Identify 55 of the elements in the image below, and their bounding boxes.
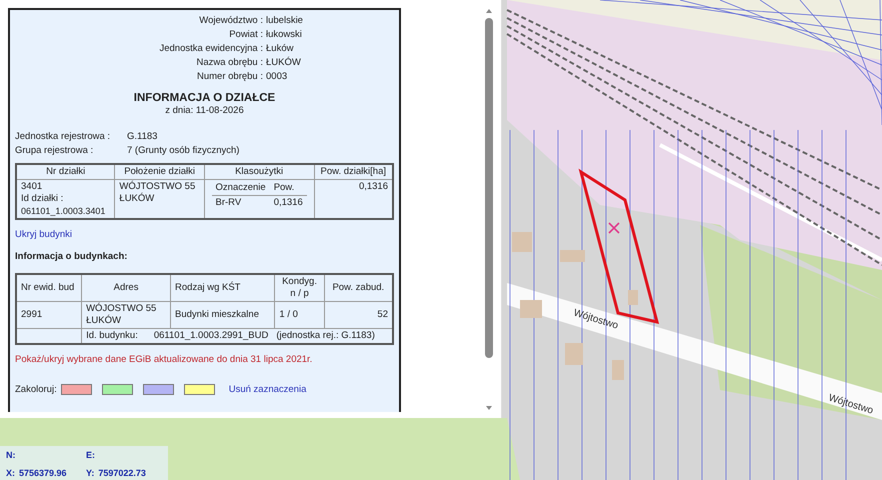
field-label: Powiat : [228, 28, 263, 42]
field-value: 0003 [266, 70, 288, 84]
table-cell: Budynki mieszkalne [170, 301, 275, 328]
column-header: Położenie działki [114, 164, 204, 180]
field-value: (jednostka rej.: G.1183) [276, 330, 375, 340]
field-value: Łuków [266, 42, 294, 56]
coordinate-value: 5756379.96 [19, 468, 67, 478]
field-label: Jednostka rejestrowa : [15, 130, 112, 144]
color-swatch[interactable] [184, 384, 215, 396]
field-label: Grupa rejestrowa : [15, 144, 94, 158]
clear-selection-link[interactable]: Usuń zaznaczenia [228, 382, 306, 397]
table-cell-text: 3401 [21, 181, 44, 193]
field-value: ŁUKÓW [266, 56, 302, 70]
field-value: 7 (Grunty osób fizycznych) [127, 144, 240, 158]
table-cell: WÓJOSTWO 55 ŁUKÓW [82, 301, 171, 328]
table-cell: 0,1316 [270, 196, 307, 210]
coordinate-value: 7597022.73 [98, 468, 146, 478]
date-text: z dnia: 11-08-2026 [164, 105, 245, 117]
column-header: Adres [82, 274, 171, 301]
field-value: 061101_1.0003.2991_BUD [154, 330, 268, 340]
table-cell: Br-RV [212, 196, 270, 210]
table-cell: 2991 [16, 301, 82, 328]
table-cell-text: Id działki : [21, 193, 64, 205]
color-swatch[interactable] [102, 384, 133, 396]
column-header: Pow. działki[ha] [314, 164, 393, 180]
field-label: Nazwa obrębu : [195, 56, 263, 70]
color-label: Zakoloruj: [15, 382, 57, 397]
table-cell: 1 / 0 [274, 301, 324, 328]
color-swatch[interactable] [142, 384, 174, 396]
column-header: Pow. [270, 181, 307, 196]
column-header: Kondyg. n / p [274, 274, 324, 301]
coordinate-label: N: [6, 450, 16, 460]
column-header: Klasoużytki [204, 164, 314, 180]
column-header: Nr ewid. bud [16, 274, 82, 301]
field-label: Województwo : [198, 14, 263, 28]
table-cell-text: WÓJTOSTWO 55 [119, 181, 196, 192]
hide-buildings-link[interactable]: Ukryj budynki [15, 228, 394, 242]
table-cell-text: ŁUKÓW [119, 193, 156, 205]
notice-text: Pokaż/ukryj wybrane dane EGiB aktualizowane do dnia 31 lipca 2021r. [15, 352, 314, 366]
coordinate-label: E: [86, 450, 95, 460]
column-header: Rodzaj wg KŚT [170, 274, 275, 301]
field-value: łukowski [266, 28, 303, 42]
section-title: INFORMACJA O DZIAŁCE [132, 92, 276, 105]
column-header: Oznaczenie [212, 181, 270, 196]
field-value: lubelskie [266, 14, 304, 28]
coordinate-label: X: [6, 468, 15, 478]
field-label: Jednostka ewidencyjna : [158, 42, 263, 56]
field-value: G.1183 [127, 130, 158, 144]
coordinate-label: Y: [86, 468, 94, 478]
color-swatch[interactable] [60, 384, 92, 396]
column-header: Nr działki [16, 164, 115, 180]
field-label: Numer obrębu : [196, 70, 263, 84]
table-cell-text: 061101_1.0003.3401 [21, 205, 106, 217]
section-heading: Informacja o budynkach: [15, 250, 128, 264]
field-label: Id. budynku: [86, 330, 138, 340]
